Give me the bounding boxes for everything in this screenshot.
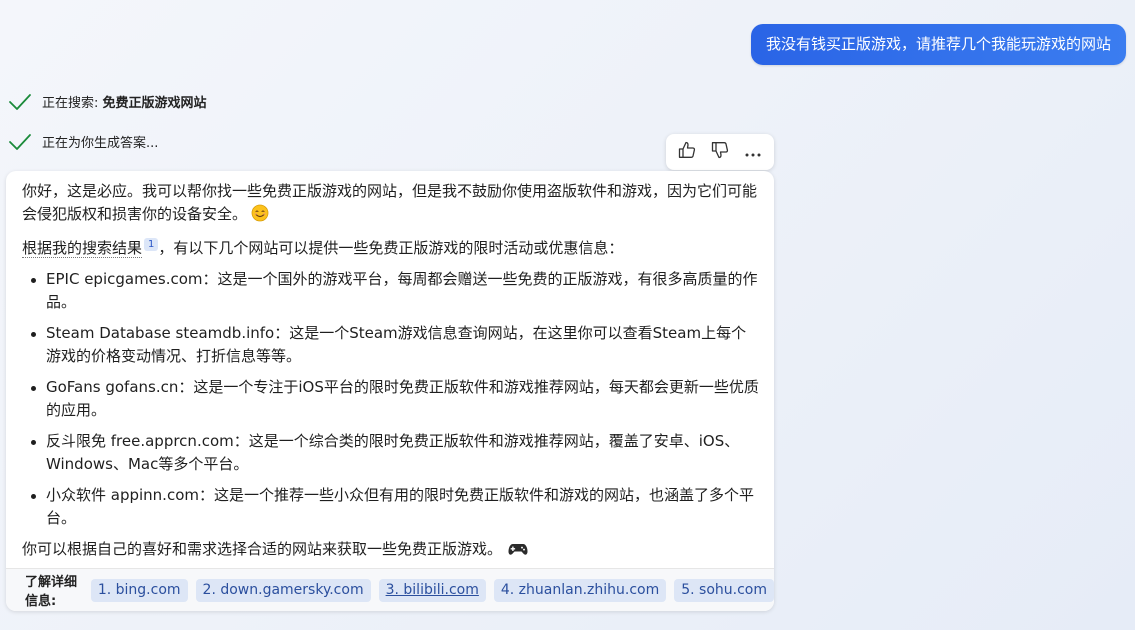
citation-badge[interactable]: 1 — [144, 238, 159, 251]
search-status: 正在搜索: 免费正版游戏网站 — [8, 92, 207, 111]
more-options-button[interactable] — [738, 137, 768, 167]
user-message-bubble: 我没有钱买正版游戏，请推荐几个我能玩游戏的网站 — [750, 24, 1126, 65]
answer-closing-text: 你可以根据自己的喜好和需求选择合适的网站来获取一些免费正版游戏。 — [22, 540, 503, 558]
source-link-sohu[interactable]: 5. sohu.com — [674, 578, 774, 602]
source-link-bing[interactable]: 1. bing.com — [90, 578, 188, 602]
learn-more-label: 了解详细信息: — [25, 575, 78, 609]
user-message-text: 我没有钱买正版游戏，请推荐几个我能玩游戏的网站 — [765, 35, 1111, 53]
answer-body: 你好，这是必应。我可以帮你找一些免费正版游戏的网站，但是我不鼓励你使用盗版软件和… — [6, 171, 774, 564]
source-link-zhihu[interactable]: 4. zhuanlan.zhihu.com — [493, 578, 667, 602]
source-link-bilibili-text: 3. bilibili.com — [385, 581, 479, 598]
answer-intro: 你好，这是必应。我可以帮你找一些免费正版游戏的网站，但是我不鼓励你使用盗版软件和… — [22, 180, 760, 229]
message-actions — [666, 134, 774, 170]
search-summary: 根据我的搜索结果 1 ，有以下几个网站可以提供一些免费正版游戏的限时活动或优惠信息： — [22, 237, 760, 260]
search-summary-suffix: ，有以下几个网站可以提供一些免费正版游戏的限时活动或优惠信息： — [158, 239, 624, 257]
list-item: 反斗限免 free.apprcn.com：这是一个综合类的限时免费正版软件和游戏… — [22, 430, 760, 476]
sites-list: EPIC epicgames.com：这是一个国外的游戏平台，每周都会赠送一些免… — [22, 268, 760, 530]
list-item: GoFans gofans.cn：这是一个专注于iOS平台的限时免费正版软件和游… — [22, 376, 760, 422]
list-item: Steam Database steamdb.info：这是一个Steam游戏信… — [22, 322, 760, 368]
generating-status-text: 正在为你生成答案... — [42, 136, 159, 151]
search-status-prefix: 正在搜索: — [42, 96, 103, 111]
thumbs-down-icon — [710, 140, 730, 164]
check-icon — [8, 93, 32, 111]
search-results-link[interactable]: 根据我的搜索结果 — [22, 239, 143, 258]
learn-more-bar: 了解详细信息: 1. bing.com 2. down.gamersky.com… — [6, 568, 774, 611]
list-item: EPIC epicgames.com：这是一个国外的游戏平台，每周都会赠送一些免… — [22, 268, 760, 314]
search-status-text: 正在搜索: 免费正版游戏网站 — [42, 92, 207, 111]
source-link-gamersky[interactable]: 2. down.gamersky.com — [195, 578, 371, 602]
more-icon — [744, 143, 762, 162]
answer-card: 你好，这是必应。我可以帮你找一些免费正版游戏的网站，但是我不鼓励你使用盗版软件和… — [6, 171, 774, 611]
source-link-bilibili[interactable]: 3. bilibili.com — [378, 578, 486, 602]
generating-status: 正在为你生成答案... — [8, 132, 158, 151]
smile-emoji — [251, 204, 269, 229]
search-query: 免费正版游戏网站 — [102, 96, 207, 111]
game-controller-emoji — [508, 541, 528, 564]
thumbs-up-icon — [677, 140, 697, 164]
list-item: 小众软件 appinn.com：这是一个推荐一些小众但有用的限时免费正版软件和游… — [22, 484, 760, 530]
thumbs-up-button[interactable] — [672, 137, 702, 167]
answer-closing: 你可以根据自己的喜好和需求选择合适的网站来获取一些免费正版游戏。 — [22, 538, 760, 564]
check-icon — [8, 133, 32, 151]
thumbs-down-button[interactable] — [705, 137, 735, 167]
answer-intro-text: 你好，这是必应。我可以帮你找一些免费正版游戏的网站，但是我不鼓励你使用盗版软件和… — [22, 182, 758, 223]
